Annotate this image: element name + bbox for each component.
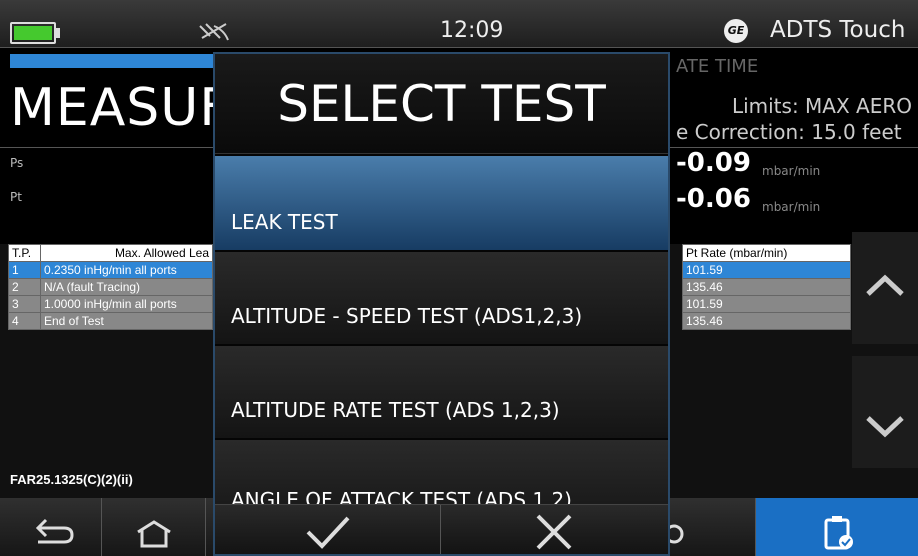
limits-label: Limits: MAX AERO xyxy=(731,94,912,118)
clipboard-check-icon xyxy=(824,516,853,550)
pt-label: Pt xyxy=(10,190,22,204)
dialog-actions xyxy=(215,504,668,554)
table-row[interactable]: 4 End of Test xyxy=(8,312,213,330)
cancel-button[interactable] xyxy=(441,505,667,554)
back-icon xyxy=(35,518,74,544)
correction-label: e Correction: 15.0 feet xyxy=(676,120,902,144)
cancel-x-icon xyxy=(536,514,572,550)
chevron-down-icon xyxy=(866,416,904,438)
table-row[interactable]: 101.59 xyxy=(682,261,851,279)
option-leak-test[interactable]: LEAK TEST xyxy=(215,154,668,250)
dialog-title: SELECT TEST xyxy=(215,54,668,154)
table-row[interactable]: 1 0.2350 inHg/min all ports xyxy=(8,261,213,279)
confirm-check-icon xyxy=(306,516,350,549)
pt-rate-table: Pt Rate (mbar/min) 101.59 135.46 101.59 … xyxy=(682,244,851,330)
pt-rate-unit: mbar/min xyxy=(762,200,821,214)
status-bar: 12:09 GE ADTS Touch xyxy=(0,0,918,48)
screen-title: MEASUF xyxy=(10,78,231,138)
table-row[interactable]: 101.59 xyxy=(682,295,851,313)
pt-rate: -0.06 xyxy=(676,184,751,214)
table-row[interactable]: 135.46 xyxy=(682,278,851,296)
device-name: ADTS Touch xyxy=(770,17,906,43)
table-row[interactable]: 135.46 xyxy=(682,312,851,330)
date-time-label: ATE TIME xyxy=(676,56,759,77)
table-row[interactable]: 3 1.0000 inHg/min all ports xyxy=(8,295,213,313)
progress-bar xyxy=(10,54,220,68)
battery-icon xyxy=(10,22,56,44)
home-button[interactable] xyxy=(102,498,206,556)
col-tp: T.P. xyxy=(8,244,41,262)
disconnected-icon xyxy=(199,23,229,41)
confirm-button[interactable] xyxy=(215,505,441,554)
back-button[interactable] xyxy=(0,498,102,556)
col-max-allowed: Max. Allowed Lea xyxy=(40,244,213,262)
test-points-table: T.P. Max. Allowed Lea 1 0.2350 inHg/min … xyxy=(8,244,213,330)
clock: 12:09 xyxy=(440,18,504,43)
ps-rate-unit: mbar/min xyxy=(762,164,821,178)
ps-rate: -0.09 xyxy=(676,148,751,178)
option-altitude-speed-test[interactable]: ALTITUDE - SPEED TEST (ADS1,2,3) xyxy=(215,250,668,344)
home-icon xyxy=(137,520,171,548)
test-standard-label: FAR25.1325(C)(2)(ii) xyxy=(10,472,133,487)
col-pt-rate: Pt Rate (mbar/min) xyxy=(682,244,851,262)
chevron-up-icon xyxy=(866,274,904,296)
test-report-button[interactable] xyxy=(756,498,918,556)
search-button[interactable] xyxy=(664,498,756,556)
ps-label: Ps xyxy=(10,156,24,170)
scroll-up-button[interactable] xyxy=(852,232,918,344)
select-test-dialog: SELECT TEST LEAK TEST ALTITUDE - SPEED T… xyxy=(213,52,670,556)
ge-logo: GE xyxy=(724,19,748,43)
option-altitude-rate-test[interactable]: ALTITUDE RATE TEST (ADS 1,2,3) xyxy=(215,344,668,438)
search-icon xyxy=(664,524,684,544)
scroll-down-button[interactable] xyxy=(852,356,918,468)
table-row[interactable]: 2 N/A (fault Tracing) xyxy=(8,278,213,296)
